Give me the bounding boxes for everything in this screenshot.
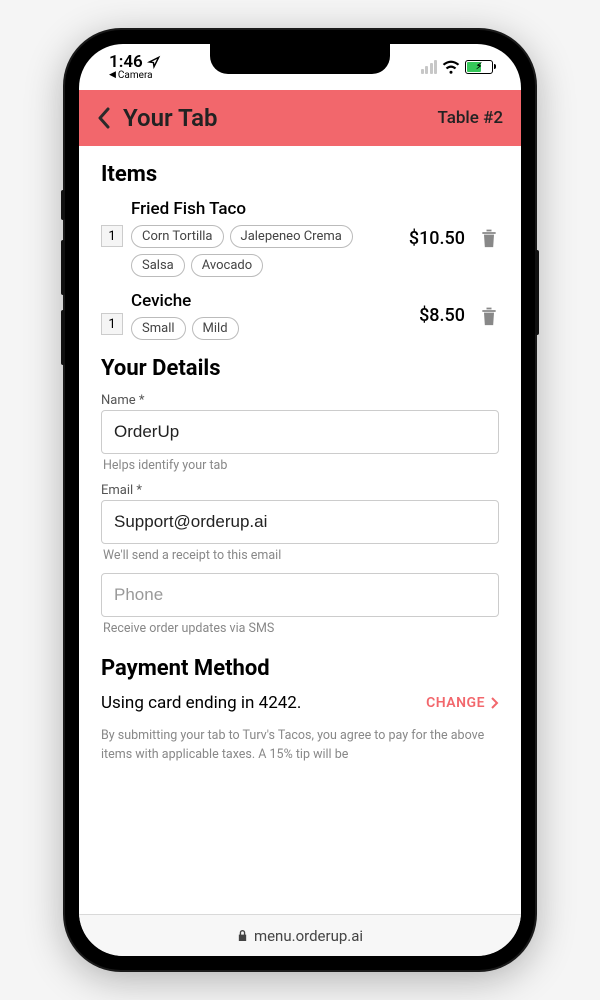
location-arrow-icon	[147, 55, 161, 69]
email-helper: We'll send a receipt to this email	[103, 548, 497, 563]
browser-url-bar[interactable]: menu.orderup.ai	[79, 914, 521, 956]
email-input[interactable]	[101, 500, 499, 544]
payment-heading: Payment Method	[101, 656, 499, 681]
table-label: Table #2	[437, 108, 503, 128]
item-quantity[interactable]: 1	[101, 313, 123, 335]
item-modifier: Corn Tortilla	[131, 225, 224, 248]
back-button[interactable]	[97, 107, 111, 129]
trash-icon	[479, 305, 499, 327]
delete-item-button[interactable]	[479, 227, 499, 249]
legal-text: By submitting your tab to Turv's Tacos, …	[101, 727, 499, 765]
chevron-left-icon	[97, 107, 111, 129]
trash-icon	[479, 227, 499, 249]
item-modifier: Small	[131, 317, 186, 340]
item-modifier: Mild	[192, 317, 239, 340]
payment-card-text: Using card ending in 4242.	[101, 693, 301, 713]
phone-helper: Receive order updates via SMS	[103, 621, 497, 636]
details-heading: Your Details	[101, 356, 499, 381]
page-title: Your Tab	[123, 104, 437, 132]
name-input[interactable]	[101, 410, 499, 454]
email-label: Email *	[101, 483, 499, 498]
item-price: $8.50	[419, 305, 465, 326]
item-name: Fried Fish Taco	[131, 199, 401, 219]
item-row: 1 Fried Fish Taco Corn Tortilla Jalepene…	[101, 199, 499, 277]
battery-icon: ⚡︎	[465, 60, 493, 74]
name-helper: Helps identify your tab	[103, 458, 497, 473]
delete-item-button[interactable]	[479, 305, 499, 327]
items-heading: Items	[101, 162, 499, 187]
item-quantity[interactable]: 1	[101, 225, 123, 247]
item-name: Ceviche	[131, 291, 411, 311]
item-price: $10.50	[409, 228, 465, 249]
name-label: Name *	[101, 393, 499, 408]
cellular-signal-icon	[421, 60, 438, 74]
camera-back-link[interactable]: ◀ Camera	[109, 71, 161, 81]
chevron-right-icon	[491, 697, 499, 709]
lock-icon	[237, 929, 248, 942]
phone-input[interactable]	[101, 573, 499, 617]
status-time: 1:46	[109, 54, 143, 71]
item-row: 1 Ceviche Small Mild $8.50	[101, 291, 499, 340]
item-modifier: Salsa	[131, 254, 185, 277]
change-payment-button[interactable]: CHANGE	[426, 695, 499, 711]
item-modifier: Jalepeneo Crema	[230, 225, 353, 248]
browser-url: menu.orderup.ai	[254, 927, 363, 945]
item-modifier: Avocado	[191, 254, 263, 277]
app-header: Your Tab Table #2	[79, 90, 521, 146]
wifi-icon	[442, 60, 460, 74]
